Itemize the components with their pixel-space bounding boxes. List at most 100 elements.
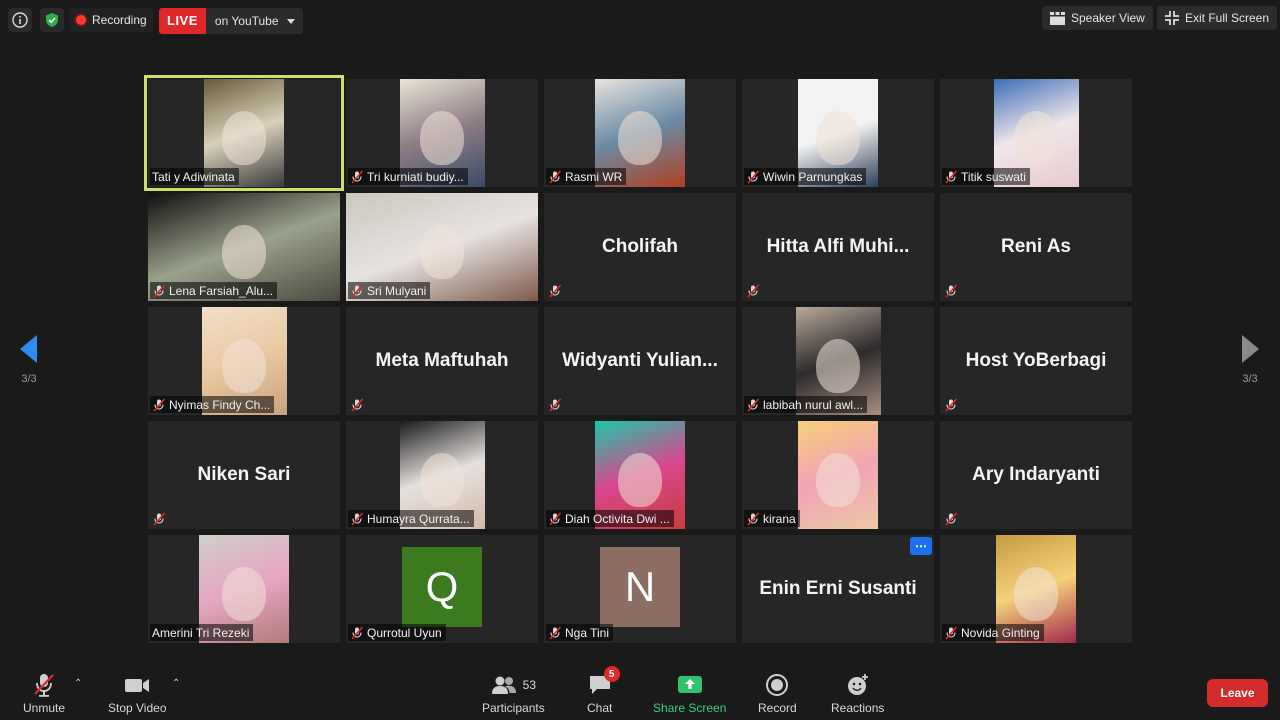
- more-options-button[interactable]: ⋯: [910, 537, 932, 555]
- speaker-view-button[interactable]: Speaker View: [1042, 6, 1153, 30]
- participant-name: labibah nurul awl...: [763, 397, 864, 412]
- participant-label: Diah Octivita Dwi ...: [546, 510, 674, 527]
- participant-silhouette: [816, 453, 860, 507]
- participant-tile[interactable]: Wiwin Parnungkas: [742, 79, 934, 187]
- microphone-muted-icon: [350, 511, 364, 526]
- microphone-muted-icon: [34, 674, 54, 697]
- participant-tile[interactable]: Nyimas Findy Ch...: [148, 307, 340, 415]
- participant-display-name: Widyanti Yulian...: [562, 350, 718, 371]
- participant-silhouette: [618, 111, 662, 165]
- participant-tile[interactable]: Titik suswati: [940, 79, 1132, 187]
- participant-silhouette: [1014, 567, 1058, 621]
- info-icon[interactable]: [8, 8, 32, 32]
- next-page-button[interactable]: 3/3: [1222, 318, 1278, 402]
- participant-tile[interactable]: Sri Mulyani: [346, 193, 538, 301]
- participant-avatar: Q: [402, 547, 482, 627]
- live-stream-dropdown[interactable]: LIVE on YouTube: [159, 8, 303, 34]
- meeting-toolbar: Unmute ⌃ Stop Video ⌃ 53 Participants 5 …: [0, 660, 1280, 720]
- participant-tile[interactable]: Reni As: [940, 193, 1132, 301]
- participant-tile[interactable]: Enin Erni Susanti ⋯: [742, 535, 934, 643]
- participant-silhouette: [222, 339, 266, 393]
- participant-name: Lena Farsiah_Alu...: [169, 283, 274, 298]
- participant-tile[interactable]: Meta Maftuhah: [346, 307, 538, 415]
- speaker-view-label: Speaker View: [1071, 11, 1145, 25]
- participant-label: Lena Farsiah_Alu...: [150, 282, 278, 299]
- participant-label: [744, 282, 764, 299]
- record-button[interactable]: Record: [758, 672, 797, 715]
- microphone-muted-icon: [746, 397, 760, 412]
- participant-label: Tati y Adiwinata: [150, 168, 239, 185]
- recording-dot-icon: [76, 15, 86, 25]
- participant-label: Sri Mulyani: [348, 282, 431, 299]
- participant-tile[interactable]: Q Qurrotul Uyun: [346, 535, 538, 643]
- participant-silhouette: [618, 453, 662, 507]
- gallery-grid: Tati y Adiwinata Tri kurniati budiy... Ras…: [144, 75, 1132, 643]
- participant-name: Diah Octivita Dwi ...: [565, 511, 670, 526]
- recording-indicator[interactable]: Recording: [70, 8, 153, 32]
- chat-button[interactable]: 5 Chat: [587, 666, 620, 715]
- participant-tile[interactable]: N Nga Tini: [544, 535, 736, 643]
- microphone-muted-icon: [350, 169, 364, 184]
- participant-tile[interactable]: Tri kurniati budiy...: [346, 79, 538, 187]
- participant-silhouette: [222, 567, 266, 621]
- participant-tile[interactable]: Ary Indaryanti: [940, 421, 1132, 529]
- participant-tile[interactable]: Niken Sari: [148, 421, 340, 529]
- participant-display-name: Meta Maftuhah: [375, 350, 509, 371]
- participant-tile[interactable]: kirana: [742, 421, 934, 529]
- exit-fullscreen-label: Exit Full Screen: [1185, 11, 1270, 25]
- participant-tile[interactable]: Humayra Qurrata...: [346, 421, 538, 529]
- video-options-chevron-icon[interactable]: ⌃: [172, 678, 180, 689]
- participant-tile[interactable]: Hitta Alfi Muhi...: [742, 193, 934, 301]
- microphone-muted-icon: [152, 511, 166, 526]
- reactions-button[interactable]: Reactions: [831, 672, 884, 715]
- participants-button[interactable]: 53 Participants: [482, 672, 545, 715]
- microphone-muted-icon: [350, 397, 364, 412]
- participants-count: 53: [522, 678, 537, 692]
- unmute-label: Unmute: [23, 701, 66, 715]
- participant-label: Humayra Qurrata...: [348, 510, 474, 527]
- reactions-label: Reactions: [831, 701, 885, 715]
- participant-name: Amerini Tri Rezeki: [152, 625, 250, 640]
- participant-label: Amerini Tri Rezeki: [150, 624, 254, 641]
- microphone-muted-icon: [548, 511, 562, 526]
- microphone-muted-icon: [350, 625, 364, 640]
- live-target-wrap: on YouTube: [206, 14, 303, 28]
- participant-label: Titik suswati: [942, 168, 1030, 185]
- participant-label: [942, 282, 962, 299]
- participant-tile[interactable]: Tati y Adiwinata: [144, 75, 344, 191]
- participant-display-name: Host YoBerbagi: [965, 350, 1107, 371]
- security-shield-icon[interactable]: [40, 8, 64, 32]
- participant-display-name: Enin Erni Susanti: [759, 578, 917, 599]
- participant-label: labibah nurul awl...: [744, 396, 868, 413]
- participant-tile[interactable]: Host YoBerbagi: [940, 307, 1132, 415]
- microphone-muted-icon: [746, 511, 760, 526]
- previous-page-button[interactable]: 3/3: [1, 318, 57, 402]
- audio-options-chevron-icon[interactable]: ⌃: [74, 678, 82, 689]
- participant-tile[interactable]: Novida Ginting: [940, 535, 1132, 643]
- video-camera-icon: [125, 679, 150, 692]
- participant-tile[interactable]: Diah Octivita Dwi ...: [544, 421, 736, 529]
- share-screen-button[interactable]: Share Screen: [653, 672, 726, 715]
- participant-tile[interactable]: Rasmi WR: [544, 79, 736, 187]
- participants-label: Participants: [482, 701, 545, 715]
- participant-name: Titik suswati: [961, 169, 1026, 184]
- participant-tile[interactable]: Widyanti Yulian...: [544, 307, 736, 415]
- participant-tile[interactable]: labibah nurul awl...: [742, 307, 934, 415]
- participant-tile[interactable]: Amerini Tri Rezeki: [148, 535, 340, 643]
- leave-button[interactable]: Leave: [1207, 679, 1268, 707]
- exit-fullscreen-button[interactable]: Exit Full Screen: [1157, 6, 1278, 30]
- participant-tile[interactable]: Cholifah: [544, 193, 736, 301]
- stop-video-button[interactable]: Stop Video: [108, 672, 167, 715]
- participant-tile[interactable]: Lena Farsiah_Alu...: [148, 193, 340, 301]
- microphone-muted-icon: [548, 625, 562, 640]
- participant-name: Humayra Qurrata...: [367, 511, 470, 526]
- unmute-button[interactable]: Unmute: [23, 672, 65, 715]
- participant-name: Qurrotul Uyun: [367, 625, 442, 640]
- share-screen-label: Share Screen: [653, 701, 727, 715]
- microphone-muted-icon: [152, 397, 166, 412]
- page-indicator-right: 3/3: [1242, 373, 1258, 385]
- participant-label: Qurrotul Uyun: [348, 624, 446, 641]
- participant-label: [348, 396, 368, 413]
- arrow-right-icon: [1242, 335, 1259, 363]
- participant-display-name: Ary Indaryanti: [972, 464, 1100, 485]
